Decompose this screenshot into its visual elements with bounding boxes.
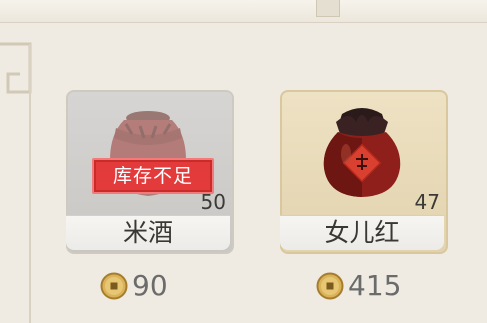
copper-coin-icon [100, 272, 128, 300]
nuerhong-wine-jar-icon [323, 108, 401, 197]
item-price-nuerhong: 415 [316, 268, 401, 304]
top-border-band [0, 0, 487, 23]
copper-coin-icon [316, 272, 344, 300]
item-quantity: 50 [200, 190, 226, 214]
decorative-frame-corner [0, 42, 32, 323]
item-quantity: 47 [414, 190, 440, 214]
top-frame-tab [316, 0, 340, 17]
price-value: 415 [348, 269, 402, 302]
shop-item-nuerhong[interactable]: 47 女儿红 [280, 90, 448, 254]
out-of-stock-stamp: 库存不足 [92, 158, 214, 194]
item-name-bar: 女儿红 [280, 215, 444, 250]
item-name-bar: 米酒 [66, 215, 230, 250]
item-name: 女儿红 [324, 218, 400, 247]
price-value: 90 [132, 269, 168, 302]
item-price-rice-wine: 90 [100, 268, 168, 304]
shop-item-rice-wine[interactable]: 库存不足 50 米酒 [66, 90, 234, 254]
item-name: 米酒 [122, 218, 173, 247]
